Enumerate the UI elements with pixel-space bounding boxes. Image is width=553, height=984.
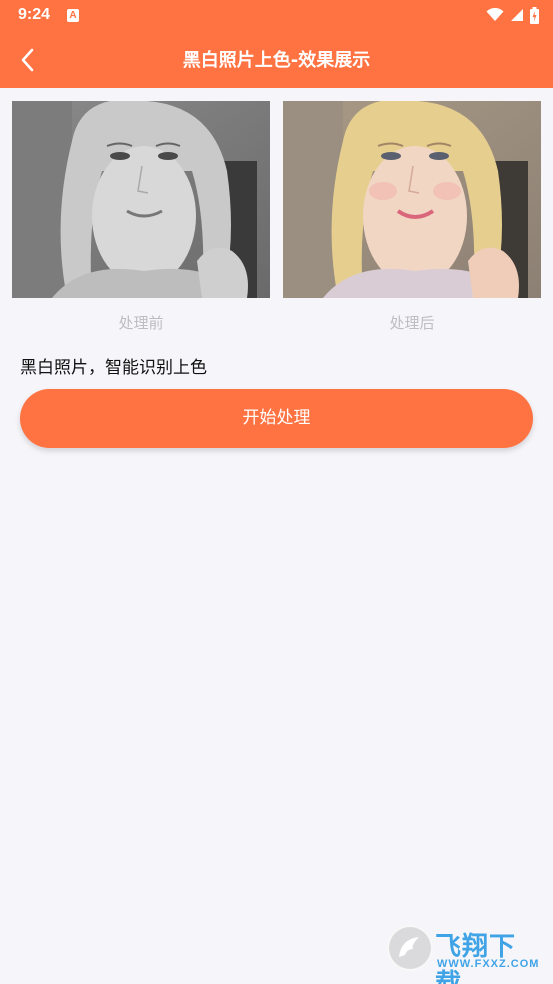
status-time: 9:24 — [18, 6, 51, 23]
watermark-url: WWW.FXXZ.COM — [437, 958, 540, 970]
start-processing-button[interactable]: 开始处理 — [20, 389, 533, 448]
before-caption: 处理前 — [118, 314, 164, 332]
watermark: 飞翔下载 WWW.FXXZ.COM — [387, 925, 542, 984]
before-photo — [12, 101, 270, 298]
cellular-signal-icon — [511, 9, 523, 21]
watermark-text: 飞翔下载 — [435, 932, 517, 984]
title-bar: 黑白照片上色-效果展示 — [0, 33, 553, 88]
status-icons — [486, 6, 539, 24]
notification-a-icon: A — [67, 9, 79, 22]
wifi-icon — [486, 8, 504, 21]
after-caption: 处理后 — [389, 314, 435, 332]
battery-icon — [530, 6, 539, 24]
after-photo — [283, 101, 541, 298]
watermark-logo-icon — [387, 925, 433, 971]
page-title: 黑白照片上色-效果展示 — [182, 50, 371, 71]
feature-description: 黑白照片，智能识别上色 — [20, 358, 207, 378]
status-bar: 9:24 A — [0, 0, 553, 33]
